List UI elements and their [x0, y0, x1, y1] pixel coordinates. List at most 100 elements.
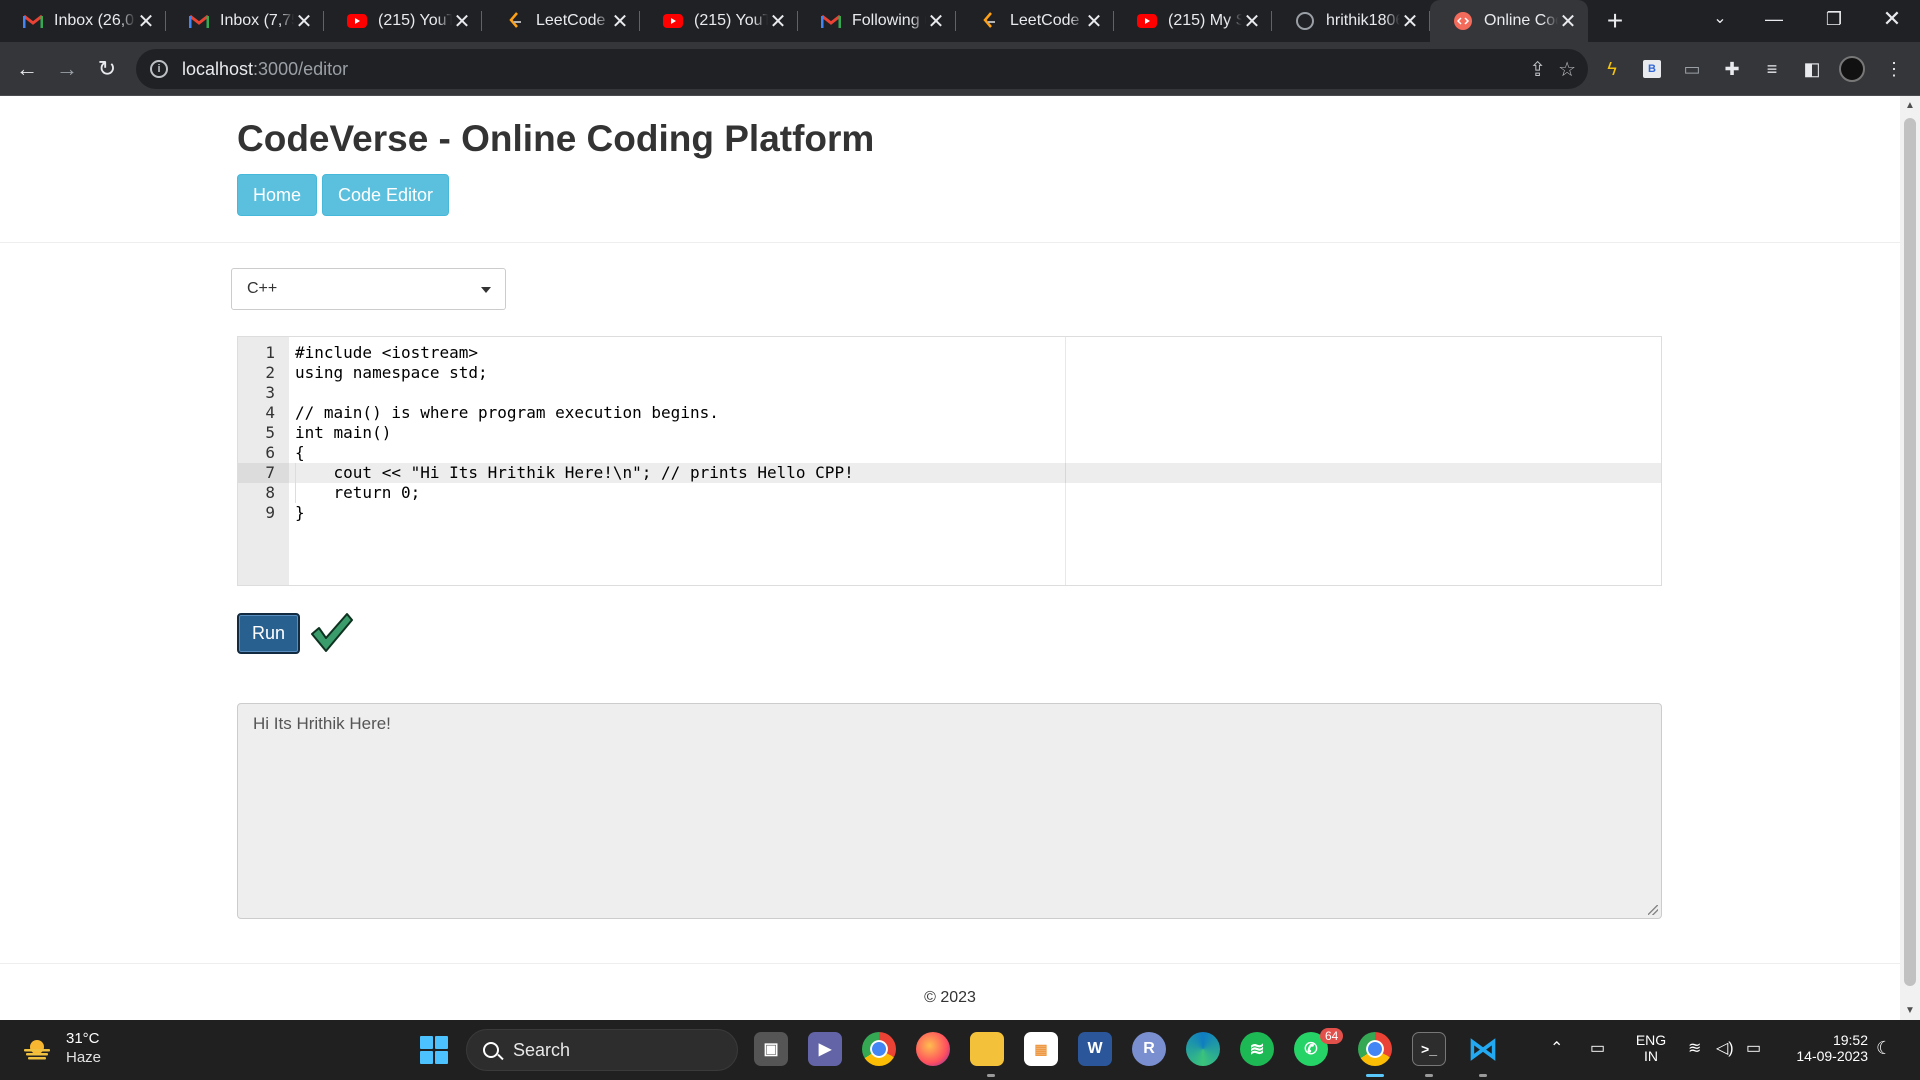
reload-button[interactable]: ↻	[90, 52, 124, 86]
r-app-icon[interactable]: R	[1132, 1032, 1166, 1066]
chrome-icon[interactable]	[862, 1032, 896, 1066]
code-line[interactable]: 6{	[238, 443, 1661, 463]
code-line[interactable]: 3	[238, 383, 1661, 403]
taskbar-search[interactable]: Search	[466, 1029, 738, 1071]
file-explorer-icon[interactable]	[970, 1032, 1004, 1066]
code-line[interactable]: 7 cout << "Hi Its Hrithik Here!\n"; // p…	[238, 463, 1661, 483]
indent-guide	[295, 463, 296, 483]
close-icon[interactable]: ✕	[452, 9, 472, 34]
code-text: using namespace std;	[295, 363, 488, 382]
search-icon	[483, 1042, 499, 1058]
youtube-icon	[346, 12, 368, 30]
tab-gmail-inbox-1[interactable]: Inbox (26,0 ✕	[0, 0, 166, 42]
close-window-button[interactable]: ✕	[1862, 0, 1920, 42]
profile-avatar[interactable]	[1839, 56, 1865, 82]
clock-time: 19:52	[1832, 1032, 1868, 1048]
address-bar[interactable]: i localhost:3000/editor ⇪ ☆	[136, 49, 1588, 89]
task-view-icon[interactable]: ▣	[754, 1032, 788, 1066]
close-icon[interactable]: ✕	[1400, 9, 1420, 34]
info-icon[interactable]: i	[150, 60, 168, 78]
leetcode-icon	[504, 12, 526, 30]
battery-icon[interactable]: ▭	[1746, 1038, 1761, 1058]
forward-button[interactable]: →	[50, 52, 84, 86]
tab-gmail-following[interactable]: Following u ✕	[798, 0, 956, 42]
chrome-active-icon[interactable]	[1358, 1032, 1392, 1066]
back-button[interactable]: ←	[10, 52, 44, 86]
terminal-icon[interactable]: >_	[1412, 1032, 1446, 1066]
minimize-button[interactable]: —	[1744, 0, 1804, 42]
code-line[interactable]: 1 #include <iostream>	[238, 343, 1661, 363]
code-line[interactable]: 4 // main() is where program execution be…	[238, 403, 1661, 423]
edge-icon[interactable]	[1186, 1032, 1220, 1066]
vscode-icon[interactable]: ⋈	[1466, 1032, 1500, 1066]
close-icon[interactable]: ✕	[926, 9, 946, 34]
firefox-icon[interactable]	[916, 1032, 950, 1066]
spotify-icon[interactable]: ≋	[1240, 1032, 1274, 1066]
code-editor-link[interactable]: Code Editor	[322, 174, 450, 216]
line-number: 2	[265, 363, 275, 382]
media-control-icon[interactable]: ≡	[1758, 55, 1786, 83]
resize-grip-icon[interactable]	[1648, 905, 1658, 915]
weather-condition: Haze	[66, 1049, 102, 1066]
tab-gmail-inbox-2[interactable]: Inbox (7,75 ✕	[166, 0, 324, 42]
scroll-down-arrow-icon[interactable]: ▼	[1900, 1005, 1920, 1016]
start-button[interactable]	[420, 1036, 448, 1064]
tab-youtube-1[interactable]: (215) YouTu ✕	[324, 0, 482, 42]
output-textarea[interactable]: Hi Its Hrithik Here!	[237, 703, 1662, 919]
tab-leetcode-2[interactable]: LeetCode - ✕	[956, 0, 1114, 42]
microsoft-store-icon[interactable]: ▦	[1024, 1032, 1058, 1066]
output-text: Hi Its Hrithik Here!	[253, 714, 391, 733]
teams-icon[interactable]: ▶	[808, 1032, 842, 1066]
new-tab-button[interactable]: +	[1598, 4, 1632, 38]
scroll-up-arrow-icon[interactable]: ▲	[1900, 100, 1920, 111]
show-hidden-icons-chevron-icon[interactable]: ⌃	[1550, 1038, 1563, 1058]
extensions-puzzle-icon[interactable]: ✚	[1718, 55, 1746, 83]
tab-youtube-2[interactable]: (215) YouTu ✕	[640, 0, 798, 42]
tab-title: Inbox (7,75	[220, 12, 294, 29]
region-code: IN	[1644, 1048, 1658, 1064]
volume-icon[interactable]: ◁)	[1716, 1038, 1734, 1058]
close-icon[interactable]: ✕	[1242, 9, 1262, 34]
close-icon[interactable]: ✕	[1084, 9, 1104, 34]
scrollbar-thumb[interactable]	[1904, 118, 1916, 986]
tablet-mode-icon[interactable]: ▭	[1590, 1038, 1605, 1058]
code-line[interactable]: 8 return 0;	[238, 483, 1661, 503]
page-content: CodeVerse - Online Coding Platform Home …	[0, 96, 1900, 1020]
home-link[interactable]: Home	[237, 174, 318, 216]
notification-icon[interactable]: ☾	[1876, 1038, 1892, 1059]
bookmark-star-icon[interactable]: ☆	[1558, 57, 1576, 82]
code-editor[interactable]: 1 #include <iostream> 2 using namespace std…	[237, 336, 1662, 586]
code-line[interactable]: 2 using namespace std;	[238, 363, 1661, 383]
run-button[interactable]: Run	[237, 613, 300, 654]
close-icon[interactable]: ✕	[136, 9, 156, 34]
dropdown-caret-icon	[481, 287, 491, 293]
github-icon	[1294, 12, 1316, 30]
language-select[interactable]: C++	[231, 268, 506, 310]
wifi-icon[interactable]: ≋	[1688, 1038, 1701, 1058]
close-icon[interactable]: ✕	[294, 9, 314, 34]
restore-button[interactable]: ❐	[1804, 0, 1864, 42]
browser-menu-icon[interactable]: ⋮	[1880, 55, 1908, 83]
extension-window-icon[interactable]: ▭	[1678, 55, 1706, 83]
tab-leetcode-1[interactable]: LeetCode - ✕	[482, 0, 640, 42]
share-icon[interactable]: ⇪	[1529, 57, 1546, 82]
code-line[interactable]: 5 int main()	[238, 423, 1661, 443]
tab-online-code-active[interactable]: Online Cod ✕	[1430, 0, 1588, 42]
language-indicator[interactable]: ENG IN	[1634, 1032, 1668, 1064]
extension-b-icon[interactable]: B	[1643, 60, 1661, 78]
clock[interactable]: 19:52 14-09-2023	[1786, 1032, 1868, 1064]
weather-widget[interactable]: 31°C Haze	[22, 1030, 101, 1068]
code-icon	[1452, 12, 1474, 30]
word-icon[interactable]: W	[1078, 1032, 1112, 1066]
tab-github[interactable]: hrithik1806 ✕	[1272, 0, 1430, 42]
close-icon[interactable]: ✕	[1558, 9, 1578, 34]
code-line[interactable]: 9}	[238, 503, 1661, 523]
side-panel-icon[interactable]: ◧	[1798, 55, 1826, 83]
tab-search-chevron-icon[interactable]: ⌄	[1690, 0, 1750, 42]
close-icon[interactable]: ✕	[610, 9, 630, 34]
close-icon[interactable]: ✕	[768, 9, 788, 34]
page-scrollbar[interactable]: ▲ ▼	[1900, 96, 1920, 1020]
taskbar-search-label: Search	[513, 1039, 571, 1060]
extension-bolt-icon[interactable]: ϟ	[1598, 55, 1626, 83]
tab-youtube-3[interactable]: (215) My Sc ✕	[1114, 0, 1272, 42]
